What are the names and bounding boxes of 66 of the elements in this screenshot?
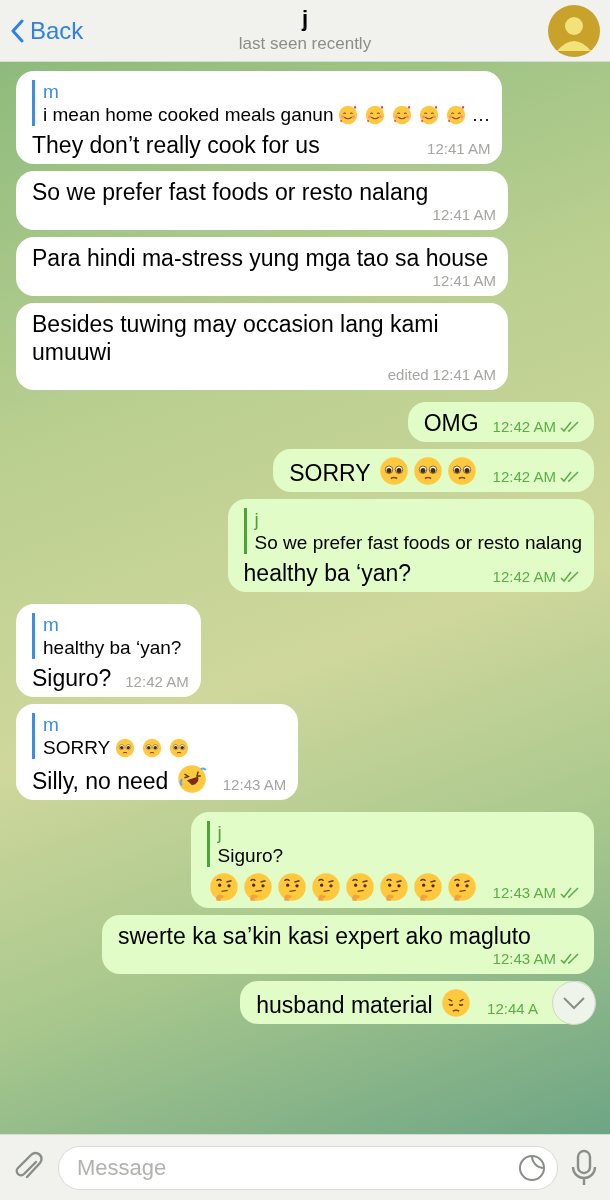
thinking-face-icon xyxy=(378,872,409,902)
reply-author: m xyxy=(43,713,60,736)
back-link[interactable]: Back xyxy=(10,16,84,45)
message-text: husband material xyxy=(256,992,433,1018)
message-time: 12:42 AM xyxy=(125,673,189,690)
message-text: They don’t really cook for us xyxy=(32,132,320,158)
message-text: Besides tuwing may occasion lang kami umuuwi xyxy=(32,311,439,365)
quoted-text: So we prefer fast foods or resto nalang xyxy=(254,531,582,554)
sticker-icon[interactable] xyxy=(518,1153,546,1182)
message-text: Silly, no need xyxy=(32,768,169,794)
quoted-text: healthy ba ‘yan? xyxy=(43,636,182,659)
edited-label: edited xyxy=(387,366,429,383)
thinking-face-icon xyxy=(276,872,307,902)
avatar-icon[interactable] xyxy=(548,4,600,57)
chat-title: j xyxy=(301,6,309,32)
reply-author: j xyxy=(254,508,260,531)
message-text: OMG xyxy=(423,410,479,436)
message-time: 12:43 AM xyxy=(222,776,287,793)
smiling-face-hearts-icon xyxy=(419,104,440,125)
pleading-face-icon xyxy=(412,456,443,486)
quoted-text: Siguro? xyxy=(217,844,284,867)
thinking-face-icon xyxy=(208,872,239,902)
smiling-face-hearts-icon xyxy=(446,104,467,125)
thinking-face-icon xyxy=(242,872,273,902)
thinking-face-icon xyxy=(344,872,375,902)
message-time: 12:43 AM xyxy=(492,884,556,901)
smiling-face-hearts-icon xyxy=(392,104,413,125)
laughing-face-icon xyxy=(176,764,207,794)
message-time: 12:41 AM xyxy=(427,140,491,157)
chevron-left-icon xyxy=(10,18,24,43)
message-time: 12:44 A xyxy=(487,1000,538,1017)
message-text: Para hindi ma-stress yung mga tao sa house xyxy=(32,245,489,271)
message-time: 12:41 AM xyxy=(432,272,496,289)
message-text: SORRY xyxy=(289,460,371,486)
smiling-face-hearts-icon xyxy=(365,104,386,125)
quoted-text: SORRY xyxy=(43,736,111,759)
message-time: 12:42 AM xyxy=(492,468,556,485)
microphone-icon[interactable] xyxy=(570,1148,598,1187)
quoted-text: i mean home cooked meals ganun xyxy=(43,103,334,126)
status-text: last seen recently xyxy=(238,34,372,54)
message-time: 12:41 AM xyxy=(432,206,496,223)
reply-author: j xyxy=(217,821,223,844)
sad-face-icon xyxy=(441,988,472,1018)
pleading-face-icon xyxy=(446,456,477,486)
pleading-face-icon xyxy=(169,737,190,758)
thinking-face-icon xyxy=(446,872,477,902)
message-time: 12:41 AM xyxy=(432,366,496,383)
ellipsis: … xyxy=(471,103,491,126)
pleading-face-icon xyxy=(142,737,163,758)
pleading-face-icon xyxy=(378,456,409,486)
reply-author: m xyxy=(43,613,60,636)
message-text: Siguro? xyxy=(32,665,112,691)
smiling-face-hearts-icon xyxy=(338,104,359,125)
message-text: So we prefer fast foods or resto nalang xyxy=(32,179,429,205)
chevron-down-icon xyxy=(562,995,586,1010)
message-text: swerte ka sa’kin kasi expert ako magluto xyxy=(118,923,531,949)
message-time: 12:42 AM xyxy=(492,418,556,435)
message-field[interactable]: Message xyxy=(58,1145,558,1190)
scroll-down-button[interactable] xyxy=(552,980,596,1025)
pleading-face-icon xyxy=(115,737,136,758)
message-time: 12:42 AM xyxy=(492,568,556,585)
message-text: healthy ba ‘yan? xyxy=(243,560,412,586)
reply-author: m xyxy=(43,80,60,103)
thinking-face-icon xyxy=(412,872,443,902)
message-time: 12:43 AM xyxy=(492,950,556,967)
thinking-face-icon xyxy=(310,872,341,902)
